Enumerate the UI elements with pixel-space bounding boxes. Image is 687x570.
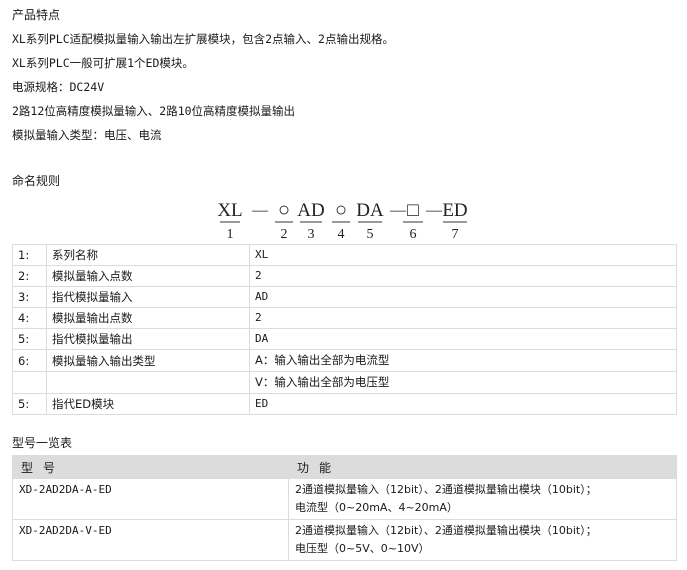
table-row: 3: 指代模拟量输入 AD: [12, 286, 677, 308]
models-title: 型号一览表: [12, 436, 73, 450]
model-function-line: 2通道模拟量输入（12bit）、2通道模拟量输出模块（10bit）；: [295, 483, 597, 496]
rule-name: 模拟量输出点数: [46, 307, 250, 329]
table-row: 1: 系列名称 XL: [12, 244, 677, 266]
rule-value: XL: [249, 244, 677, 266]
rule-value: DA: [249, 328, 677, 350]
rule-name: 指代模拟量输入: [46, 286, 250, 308]
rule-name: 模拟量输入输出类型: [46, 349, 250, 372]
rule-value: ED: [249, 393, 677, 415]
naming-part-ed: ED: [442, 200, 467, 221]
rule-value: V：输入输出全部为电压型: [249, 371, 677, 394]
rule-name: 指代模拟量输出: [46, 328, 250, 350]
header-model: 型号: [12, 455, 289, 479]
naming-index: 2: [281, 227, 288, 242]
table-row: 5: 指代ED模块 ED: [12, 393, 677, 415]
naming-index: 7: [452, 227, 459, 242]
model-name: XD-2AD2DA-V-ED: [12, 519, 289, 561]
naming-part-xl: XL: [217, 200, 242, 221]
model-function: 2通道模拟量输入（12bit）、2通道模拟量输出模块（10bit）； 电流型（0…: [288, 478, 677, 520]
model-list-table: 型号 功能 XD-2AD2DA-A-ED 2通道模拟量输入（12bit）、2通道…: [12, 455, 677, 561]
table-row: V：输入输出全部为电压型: [12, 371, 677, 394]
rule-no: 1:: [12, 244, 47, 266]
rule-value-text: V：输入输出全部为电压型: [255, 375, 390, 389]
naming-circle: ○: [335, 199, 347, 221]
rule-no: 2:: [12, 265, 47, 287]
header-function: 功能: [288, 455, 677, 479]
rule-name: 模拟量输入点数: [46, 265, 250, 287]
features-title: 产品特点: [12, 8, 61, 22]
model-function: 2通道模拟量输入（12bit）、2通道模拟量输出模块（10bit）； 电压型（0…: [288, 519, 677, 561]
naming-circle: ○: [278, 199, 290, 221]
naming-dash: —: [425, 202, 443, 219]
rule-value-text: A：输入输出全部为电流型: [255, 353, 390, 367]
rule-name: [46, 371, 250, 394]
table-row: 2: 模拟量输入点数 2: [12, 265, 677, 287]
naming-dash: —: [389, 202, 407, 219]
table-header-row: 型号 功能: [12, 455, 677, 479]
rule-value: AD: [249, 286, 677, 308]
feature-line: 模拟量输入类型：电压、电流: [12, 128, 162, 142]
naming-square: □: [407, 200, 419, 221]
rule-name: 系列名称: [46, 244, 250, 266]
naming-index: 1: [227, 227, 234, 242]
rule-name: 指代ED模块: [46, 393, 250, 415]
feature-line: 2路12位高精度模拟量输入、2路10位高精度模拟量输出: [12, 104, 296, 118]
rule-no: 4:: [12, 307, 47, 329]
rule-no: 5:: [12, 328, 47, 350]
table-row: 6: 模拟量输入输出类型 A：输入输出全部为电流型: [12, 349, 677, 372]
model-function-line: 电流型（0~20mA、4~20mA）: [295, 501, 458, 514]
feature-line: 电源规格：DC24V: [12, 80, 105, 94]
naming-index: 3: [308, 227, 315, 242]
rule-no: [12, 371, 47, 394]
table-row: 4: 模拟量输出点数 2: [12, 307, 677, 329]
table-row: 5: 指代模拟量输出 DA: [12, 328, 677, 350]
rule-value: A：输入输出全部为电流型: [249, 349, 677, 372]
rule-value: 2: [249, 265, 677, 287]
naming-index: 4: [338, 227, 345, 242]
naming-index: 5: [367, 227, 374, 242]
naming-part-ad: AD: [297, 200, 324, 221]
feature-line: XL系列PLC适配模拟量输入输出左扩展模块，包含2点输入、2点输出规格。: [12, 32, 394, 46]
naming-rule-diagram: XL — ○ AD ○ DA — □ — ED 1 2 3 4 5 6 7: [214, 196, 484, 242]
model-name: XD-2AD2DA-A-ED: [12, 478, 289, 520]
feature-line: XL系列PLC一般可扩展1个ED模块。: [12, 56, 194, 70]
naming-dash: —: [251, 202, 269, 219]
naming-rule-table: 1: 系列名称 XL 2: 模拟量输入点数 2 3: 指代模拟量输入 AD 4:…: [12, 244, 677, 415]
naming-title: 命名规则: [12, 174, 61, 188]
table-row: XD-2AD2DA-A-ED 2通道模拟量输入（12bit）、2通道模拟量输出模…: [12, 478, 677, 520]
rule-no: 6:: [12, 349, 47, 372]
rule-no: 5:: [12, 393, 47, 415]
table-row: XD-2AD2DA-V-ED 2通道模拟量输入（12bit）、2通道模拟量输出模…: [12, 519, 677, 561]
rule-no: 3:: [12, 286, 47, 308]
model-function-line: 电压型（0~5V、0~10V）: [295, 542, 430, 555]
naming-index: 6: [410, 227, 417, 242]
model-function-line: 2通道模拟量输入（12bit）、2通道模拟量输出模块（10bit）；: [295, 524, 597, 537]
rule-value: 2: [249, 307, 677, 329]
naming-part-da: DA: [356, 200, 384, 221]
